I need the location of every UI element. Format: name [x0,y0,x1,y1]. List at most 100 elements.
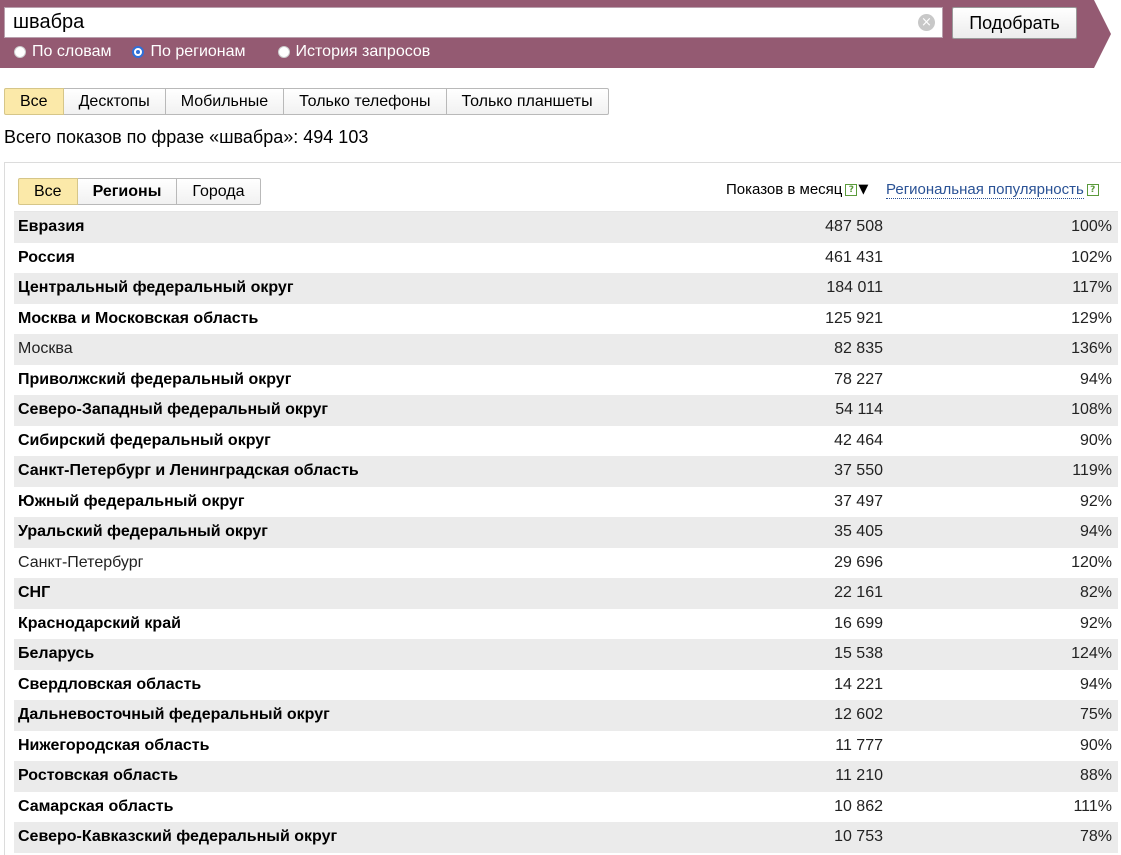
region-shows: 35 405 [834,523,883,541]
table-row[interactable]: Москва и Московская область 125 921 129% [14,304,1118,335]
region-shows: 37 550 [834,462,883,480]
table-row[interactable]: Нижегородская область 11 777 90% [14,731,1118,762]
table-row[interactable]: Санкт-Петербург и Ленинградская область 3… [14,456,1118,487]
table-row[interactable]: Беларусь 15 538 124% [14,639,1118,670]
regions-panel: Все Регионы Города Показов в месяц ? ▼ Рег… [4,162,1121,855]
mode-radio-0[interactable]: По словам [14,43,111,61]
device-tab-2[interactable]: Мобильные [165,88,285,115]
region-tab-1[interactable]: Регионы [77,178,178,205]
region-popularity: 94% [1079,523,1112,541]
radio-icon[interactable] [277,46,290,58]
table-row[interactable]: Северо-Кавказский федеральный округ 10 75… [14,822,1118,853]
table-row[interactable]: Евразия 487 508 100% [14,212,1118,243]
region-shows: 42 464 [834,431,883,449]
region-name[interactable]: Центральный федеральный округ [18,279,294,297]
region-name[interactable]: Северо-Кавказский федеральный округ [18,828,337,846]
region-popularity: 75% [1079,706,1112,724]
region-shows: 12 602 [834,706,883,724]
region-popularity: 124% [1071,645,1112,663]
region-name[interactable]: Ростовская область [18,767,178,785]
region-popularity: 94% [1079,370,1112,388]
region-popularity: 90% [1079,431,1112,449]
region-name[interactable]: СНГ [18,584,50,602]
table-row[interactable]: СНГ 22 161 82% [14,578,1118,609]
submit-button[interactable]: Подобрать [952,7,1077,39]
table-row[interactable]: Ростовская область 11 210 88% [14,761,1118,792]
region-shows: 14 221 [834,675,883,693]
mode-radio-1[interactable]: По регионам [132,43,246,61]
region-shows: 11 210 [835,767,883,785]
region-popularity: 100% [1071,218,1112,236]
region-shows: 16 699 [834,614,883,632]
region-popularity: 94% [1079,675,1112,693]
region-shows: 22 161 [834,584,883,602]
table-row[interactable]: Краснодарский край 16 699 92% [14,609,1118,640]
radio-icon[interactable] [14,46,26,58]
region-name[interactable]: Краснодарский край [18,615,181,633]
table-row[interactable]: Самарская область 10 862 111% [14,792,1118,823]
mode-radio-group: По словам По регионам История запросов [14,42,462,62]
region-popularity: 111% [1073,797,1112,815]
region-name[interactable]: Северо-Западный федеральный округ [18,401,328,419]
region-name[interactable]: Санкт-Петербург [18,554,143,572]
table-row[interactable]: Свердловская область 14 221 94% [14,670,1118,701]
table-row[interactable]: Дальневосточный федеральный округ 12 602 7… [14,700,1118,731]
radio-icon[interactable] [132,46,145,58]
region-name[interactable]: Беларусь [18,645,94,663]
table-row[interactable]: Центральный федеральный округ 184 011 117% [14,273,1118,304]
region-popularity: 92% [1079,614,1112,632]
help-icon[interactable]: ? [1086,184,1099,196]
popularity-column-link[interactable]: Региональная популярность [886,181,1084,199]
search-header: × Подобрать По словам По регионам История … [0,0,1094,68]
region-name[interactable]: Нижегородская область [18,737,209,755]
region-name[interactable]: Южный федеральный округ [18,493,245,511]
region-name[interactable]: Дальневосточный федеральный округ [18,706,330,724]
search-input[interactable] [4,7,943,38]
region-name[interactable]: Сибирский федеральный округ [18,432,271,450]
region-popularity: 88% [1079,767,1112,785]
region-name[interactable]: Евразия [18,218,85,236]
table-row[interactable]: Россия 461 431 102% [14,243,1118,274]
region-shows: 54 114 [835,401,883,419]
region-popularity: 108% [1071,401,1112,419]
region-shows: 37 497 [834,492,883,510]
shows-column-header[interactable]: Показов в месяц ? ▼ [726,181,868,198]
table-row[interactable]: Москва 82 835 136% [14,334,1118,365]
region-tab-0[interactable]: Все [18,178,78,205]
region-name[interactable]: Москва и Московская область [18,310,258,328]
help-icon[interactable]: ? [845,183,858,196]
device-tab-3[interactable]: Только телефоны [284,88,447,115]
region-shows: 78 227 [834,370,883,388]
device-tab-4[interactable]: Только планшеты [446,88,609,115]
region-shows: 461 431 [825,248,883,266]
region-popularity: 92% [1079,492,1112,510]
table-row[interactable]: Приволжский федеральный округ 78 227 94% [14,365,1118,396]
region-name[interactable]: Санкт-Петербург и Ленинградская область [18,462,359,480]
table-row[interactable]: Южный федеральный округ 37 497 92% [14,487,1118,518]
region-shows: 184 011 [826,279,883,297]
region-popularity: 90% [1079,736,1112,754]
region-popularity: 102% [1071,248,1112,266]
region-name[interactable]: Уральский федеральный округ [18,523,268,541]
table-row[interactable]: Сибирский федеральный округ 42 464 90% [14,426,1118,457]
shows-column-label: Показов в месяц [726,181,843,198]
table-row[interactable]: Уральский федеральный округ 35 405 94% [14,517,1118,548]
region-name[interactable]: Свердловская область [18,676,201,694]
region-name[interactable]: Москва [18,340,73,358]
region-name[interactable]: Приволжский федеральный округ [18,371,291,389]
region-popularity: 78% [1079,828,1112,846]
device-tab-0[interactable]: Все [4,88,64,115]
table-row[interactable]: Северо-Западный федеральный округ 54 114 1… [14,395,1118,426]
sort-arrow-icon[interactable]: ▼ [858,182,868,197]
region-tab-2[interactable]: Города [177,178,261,205]
device-tabs: Все Десктопы Мобильные Только телефоны Тольк… [4,88,609,115]
region-name[interactable]: Россия [18,249,75,267]
clear-icon[interactable]: × [918,14,935,31]
device-tab-1[interactable]: Десктопы [63,88,166,115]
table-row[interactable]: Санкт-Петербург 29 696 120% [14,548,1118,579]
mode-radio-2[interactable]: История запросов [277,43,430,61]
region-shows: 487 508 [825,218,883,236]
region-popularity: 119% [1072,462,1112,480]
region-popularity: 129% [1071,309,1112,327]
region-name[interactable]: Самарская область [18,798,173,816]
